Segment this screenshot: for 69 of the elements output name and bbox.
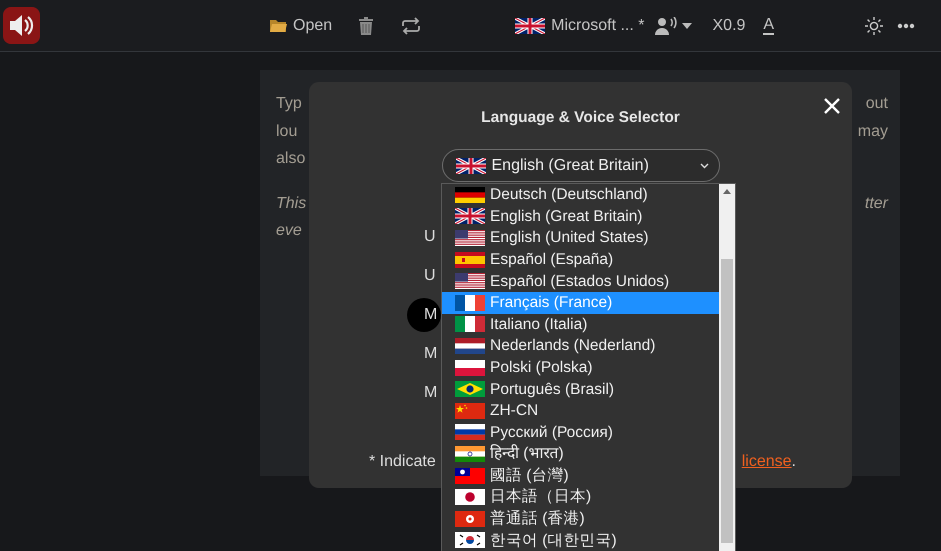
language-option[interactable]: ZH-CN	[442, 400, 719, 422]
speed-button[interactable]: X0.9	[712, 14, 746, 38]
open-button[interactable]: Open	[270, 14, 332, 38]
language-option[interactable]: Polski (Polska)	[442, 356, 719, 378]
flag-icon	[455, 424, 485, 440]
repeat-icon[interactable]	[401, 16, 422, 34]
flag-icon	[455, 360, 485, 376]
option-label: M	[424, 382, 438, 402]
speaker-icon[interactable]	[3, 7, 40, 44]
flag-icon	[455, 338, 485, 354]
flag-icon	[455, 468, 485, 484]
flag-icon	[455, 381, 485, 398]
flag-icon	[455, 446, 485, 462]
dialog-title: Language & Voice Selector	[480, 108, 681, 128]
flag-icon	[455, 510, 485, 527]
flag-icon	[455, 186, 485, 203]
language-select[interactable]: English (Great Britain)	[442, 149, 720, 182]
language-option[interactable]: Português (Brasil)	[442, 378, 719, 400]
flag-icon	[455, 252, 485, 268]
speaking-person-icon	[654, 16, 678, 34]
language-option[interactable]: 普通話 (香港)	[442, 508, 719, 530]
trash-icon[interactable]	[358, 16, 374, 34]
sun-icon[interactable]	[865, 16, 884, 34]
language-option[interactable]: Italiano (Italia)	[442, 314, 719, 336]
option-badge[interactable]: M	[407, 298, 441, 332]
flag-icon	[455, 273, 485, 290]
flag-icon	[456, 158, 486, 174]
flag-icon	[455, 532, 485, 548]
flag-icon	[455, 316, 485, 332]
more-icon[interactable]	[897, 22, 916, 28]
text-fragment: tter	[864, 194, 888, 214]
footnote-text: * Indicate	[369, 452, 436, 472]
license-link[interactable]: license	[742, 450, 792, 474]
scroll-up-icon	[723, 189, 731, 194]
language-option[interactable]: 한국어 (대한민국)	[442, 530, 719, 551]
language-option[interactable]: English (United States)	[442, 227, 719, 249]
language-option[interactable]: Español (Estados Unidos)	[442, 270, 719, 292]
language-option[interactable]: 日本語（日本)	[442, 486, 719, 508]
language-option[interactable]: Deutsch (Deutschland)	[442, 184, 719, 206]
chevron-icon	[700, 162, 708, 169]
caret-icon	[682, 22, 692, 28]
option-label: U	[424, 266, 436, 286]
text-fragment: lou	[276, 122, 298, 142]
language-option[interactable]: English (Great Britain)	[442, 206, 719, 228]
language-option[interactable]: Русский (Россия)	[442, 422, 719, 444]
folder-icon	[270, 18, 287, 32]
language-option[interactable]: Nederlands (Nederland)	[442, 335, 719, 357]
footnote-text: .	[792, 452, 796, 472]
voice-button[interactable]: Microsoft ... *	[515, 14, 644, 38]
flag-icon	[455, 230, 485, 246]
flag-icon	[455, 208, 485, 224]
text-fragment: out	[866, 94, 888, 114]
text-fragment: eve	[276, 221, 302, 241]
text-fragment: This	[276, 194, 306, 214]
language-option[interactable]: 國語 (台灣)	[442, 464, 719, 486]
text-fragment: may	[858, 122, 888, 142]
flag-icon	[455, 489, 485, 506]
option-label: U	[424, 226, 436, 246]
flag-icon	[455, 402, 485, 419]
option-label: M	[424, 344, 438, 364]
flag-icon	[455, 294, 485, 311]
language-option[interactable]: हिन्दी (भारत)	[442, 443, 719, 465]
list-scrollbar[interactable]	[719, 184, 735, 551]
voice-settings-button[interactable]	[654, 16, 692, 34]
text-fragment: Typ	[276, 94, 302, 114]
text-fragment: also	[276, 149, 306, 169]
flag-icon	[515, 18, 546, 34]
language-option[interactable]: Español (España)	[442, 248, 719, 270]
font-button[interactable]: A	[763, 16, 774, 35]
